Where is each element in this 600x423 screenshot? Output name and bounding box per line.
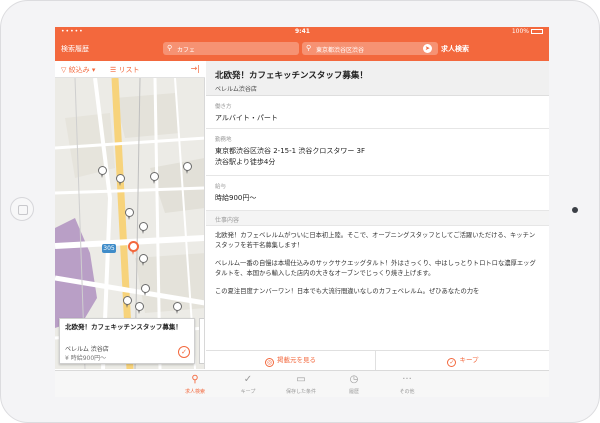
search-history-button[interactable]: 検索履歴 <box>61 44 89 54</box>
map-pin[interactable] <box>98 166 107 178</box>
tab-bar: ⚲ 求人検索 ✓ キープ ▭ 保存した条件 ◷ 履歴 ··· その他 <box>55 370 549 397</box>
section-work-style: 働き方 アルバイト・パート <box>206 97 549 129</box>
map-pin[interactable] <box>139 222 148 234</box>
section-value: 東京都渋谷区渋谷 2-15-1 渋谷クロスタワー 3F <box>215 147 366 155</box>
next-job-card[interactable] <box>199 318 204 364</box>
selected-map-pin[interactable] <box>128 241 139 255</box>
camera-dot <box>572 207 578 213</box>
check-circle-icon: ✓ <box>447 358 457 367</box>
home-button[interactable] <box>10 197 34 221</box>
folder-icon: ▭ <box>296 374 306 385</box>
tab-job-search[interactable]: ⚲ 求人検索 <box>165 374 225 395</box>
description-header: 仕事内容 <box>206 211 549 226</box>
section-label: 給与 <box>215 184 227 190</box>
route-305-label: 305 <box>102 244 116 253</box>
section-value: アルバイト・パート <box>215 114 278 122</box>
filter-icon: ▽ <box>61 66 67 74</box>
location-pin-icon: ⚲ <box>306 44 312 52</box>
description-paragraph: 北欧発！カフェベレルムがついに日本初上陸。そこで、オープニングスタッフとしてご活… <box>215 232 536 249</box>
map-pin[interactable] <box>123 296 132 308</box>
keep-check-icon[interactable]: ✓ <box>178 346 190 358</box>
tab-more[interactable]: ··· その他 <box>377 374 437 395</box>
signal-indicator: ••••• <box>61 28 84 35</box>
section-salary: 給与 時給900円〜 <box>206 177 549 211</box>
search-icon: ⚲ <box>191 374 199 385</box>
app-header: 検索履歴 ⚲ カフェ ⚲ 東京都渋谷区渋谷 ➤ 求人検索 <box>55 37 549 61</box>
description-paragraph: この夏注目度ナンバーワン！日本でも大流行間違いなしのカフェベレルム。ぜひあなたの… <box>215 288 480 295</box>
keep-label: キープ <box>459 356 479 364</box>
list-icon: ☰ <box>110 66 117 74</box>
map-pin[interactable] <box>116 174 125 186</box>
map-pin[interactable] <box>150 172 159 184</box>
tablet-frame: ••••• 9:41 100% 検索履歴 ⚲ カフェ ⚲ 東京都渋谷区渋谷 ➤ … <box>0 0 600 423</box>
tab-label: 保存した条件 <box>285 389 316 395</box>
status-time: 9:41 <box>295 28 310 35</box>
store-name: ベレルム渋谷店 <box>215 86 257 93</box>
current-location-icon[interactable]: ➤ <box>423 44 432 53</box>
view-source-button[interactable]: ◎ 掲載元を見る <box>206 351 376 370</box>
job-preview-card[interactable]: 北欧発！カフェキッチンスタッフ募集！ ベレルム 渋谷店 ¥ 時給900円〜 ✓ <box>59 318 195 364</box>
map-pin[interactable] <box>173 302 182 314</box>
location-value: 東京都渋谷区渋谷 <box>316 47 365 54</box>
battery-indicator: 100% <box>512 28 543 35</box>
battery-icon <box>531 29 543 34</box>
map-pin[interactable] <box>139 254 148 266</box>
filter-label: 絞込み <box>68 66 90 74</box>
card-wage: ¥ 時給900円〜 <box>65 355 107 362</box>
keep-button[interactable]: ✓ キープ <box>377 351 549 370</box>
section-value-secondary: 渋谷駅より徒歩4分 <box>215 158 276 166</box>
job-detail-panel: 北欧発！カフェキッチンスタッフ募集！ ベレルム渋谷店 働き方 アルバイト・パート… <box>206 61 549 369</box>
tab-label: 求人検索 <box>184 389 205 395</box>
keyword-search-input[interactable]: ⚲ カフェ <box>163 42 299 55</box>
keyword-value: カフェ <box>177 47 196 54</box>
history-icon: ◷ <box>349 374 359 385</box>
map-pin[interactable] <box>183 162 192 174</box>
search-icon: ⚲ <box>167 44 173 52</box>
detail-actions: ◎ 掲載元を見る ✓ キープ <box>206 350 549 370</box>
job-title: 北欧発！カフェキッチンスタッフ募集！ <box>215 71 368 81</box>
section-label: 勤務地 <box>215 137 232 143</box>
tab-keep[interactable]: ✓ キープ <box>218 374 278 395</box>
filter-button[interactable]: ▽ 絞込み ▾ <box>61 65 95 75</box>
location-search-input[interactable]: ⚲ 東京都渋谷区渋谷 <box>302 42 438 55</box>
status-bar: ••••• 9:41 100% <box>55 27 549 37</box>
more-icon: ··· <box>402 374 412 385</box>
description-paragraph: ベレルム一番の自慢は本場仕込みのサックサクエッグタルト！外はさっくり、中はしっと… <box>215 260 536 277</box>
job-search-button[interactable]: 求人検索 <box>441 44 469 54</box>
map-pin[interactable] <box>141 284 150 296</box>
tab-label: キープ <box>240 389 256 395</box>
map-view[interactable]: 305 北欧発！カフェキッチンスタッフ募集！ ベレルム 渋谷店 ¥ 時給900円… <box>55 78 205 369</box>
list-button[interactable]: ☰ リスト <box>110 65 140 75</box>
collapse-panel-icon[interactable]: →| <box>191 64 200 73</box>
tab-history[interactable]: ◷ 履歴 <box>324 374 384 395</box>
detail-title-block: 北欧発！カフェキッチンスタッフ募集！ ベレルム渋谷店 <box>206 61 549 96</box>
tab-saved-conditions[interactable]: ▭ 保存した条件 <box>271 374 331 395</box>
app-screen: ••••• 9:41 100% 検索履歴 ⚲ カフェ ⚲ 東京都渋谷区渋谷 ➤ … <box>55 27 549 397</box>
check-icon: ✓ <box>243 374 253 385</box>
section-location: 勤務地 東京都渋谷区渋谷 2-15-1 渋谷クロスタワー 3F 渋谷駅より徒歩4… <box>206 130 549 176</box>
tab-label: 履歴 <box>348 389 359 395</box>
card-title: 北欧発！カフェキッチンスタッフ募集！ <box>65 323 182 331</box>
view-source-label: 掲載元を見る <box>277 356 316 364</box>
section-label: 働き方 <box>215 104 232 110</box>
tab-label: その他 <box>399 389 415 395</box>
map-toolbar: ▽ 絞込み ▾ ☰ リスト →| <box>55 61 205 78</box>
section-value: 時給900円〜 <box>215 194 257 202</box>
map-pin[interactable] <box>125 208 134 220</box>
description-label: 仕事内容 <box>215 217 240 224</box>
map-pin[interactable] <box>135 302 144 314</box>
globe-icon: ◎ <box>265 358 274 367</box>
battery-percent: 100% <box>511 28 529 35</box>
list-label: リスト <box>118 66 140 74</box>
card-store: ベレルム 渋谷店 <box>65 346 109 353</box>
